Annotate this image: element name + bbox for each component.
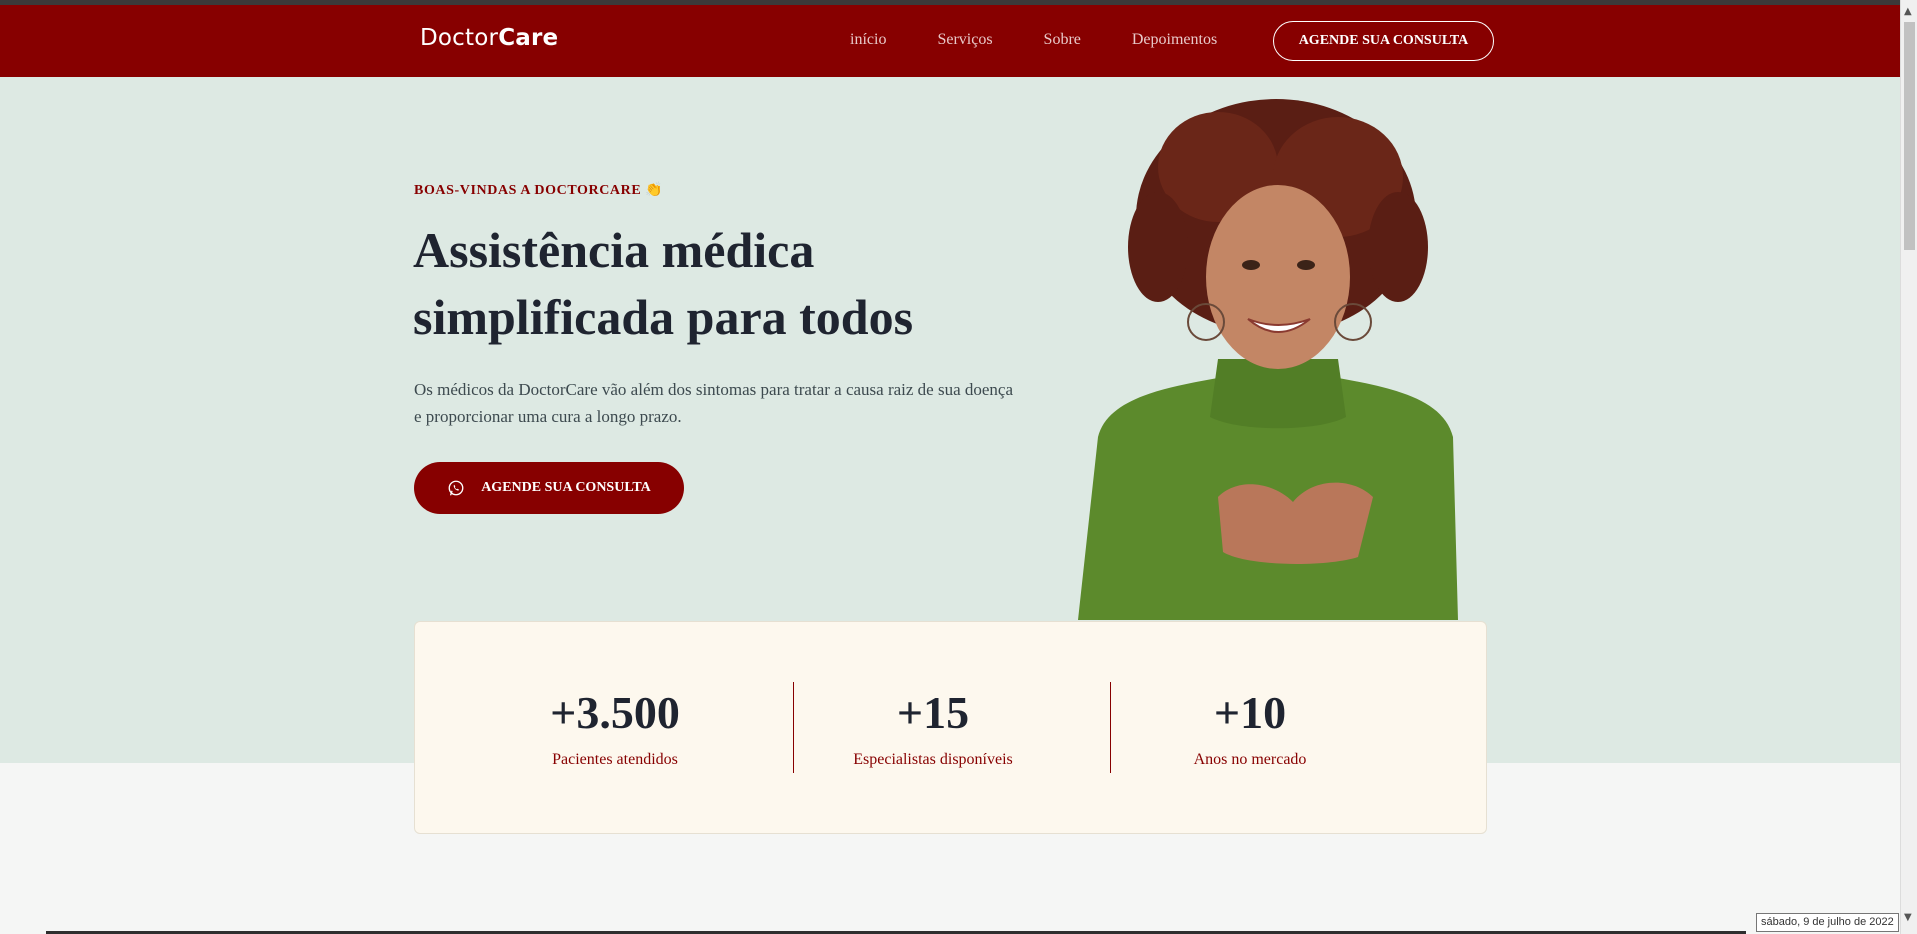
nav-link-sobre[interactable]: Sobre — [1044, 31, 1081, 49]
scroll-up-arrow-icon[interactable]: ▲ — [1904, 6, 1912, 17]
stat-label: Pacientes atendidos — [552, 751, 678, 768]
stat-value: +15 — [896, 687, 970, 738]
stat-divider — [793, 682, 794, 773]
scrollbar-thumb[interactable] — [1904, 22, 1915, 250]
welcome-text: BOAS-VINDAS A DOCTORCARE — [414, 183, 642, 198]
stat-value: +10 — [1213, 687, 1287, 738]
vertical-scrollbar[interactable]: ▲ ▼ — [1900, 0, 1917, 934]
hero-title: Assistência médica simplificada para tod… — [413, 217, 1013, 351]
header-schedule-button[interactable]: AGENDE SUA CONSULTA — [1273, 21, 1494, 61]
navbar: DoctorCare início Serviços Sobre Depoime… — [0, 5, 1900, 77]
logo[interactable]: DoctorCare — [420, 25, 558, 51]
stat-value: +3.500 — [550, 687, 680, 738]
hero-woman-photo — [1078, 99, 1458, 620]
stat-label: Anos no mercado — [1193, 751, 1307, 768]
logo-text-care: Care — [498, 25, 559, 51]
stat-label: Especialistas disponíveis — [853, 751, 1013, 768]
hero-schedule-button[interactable]: AGENDE SUA CONSULTA — [414, 462, 684, 514]
stat-item: +10 Anos no mercado — [1120, 687, 1380, 769]
nav-links: início Serviços Sobre Depoimentos — [850, 31, 1268, 49]
clapping-hands-icon: 👏 — [645, 182, 664, 198]
date-tooltip: sábado, 9 de julho de 2022 — [1756, 913, 1899, 932]
hero-schedule-button-label: AGENDE SUA CONSULTA — [481, 480, 651, 495]
nav-link-servicos[interactable]: Serviços — [937, 31, 992, 49]
hero-title-line-2: simplificada para todos — [413, 289, 914, 345]
welcome-eyebrow: BOAS-VINDAS A DOCTORCARE 👏 — [414, 182, 663, 199]
nav-link-depoimentos[interactable]: Depoimentos — [1132, 31, 1217, 49]
stats-card: +3.500 Pacientes atendidos +15 Especiali… — [414, 621, 1487, 834]
hero-description: Os médicos da DoctorCare vão além dos si… — [414, 380, 1014, 426]
stat-item: +3.500 Pacientes atendidos — [485, 687, 745, 769]
stat-item: +15 Especialistas disponíveis — [803, 687, 1063, 769]
scroll-down-arrow-icon[interactable]: ▼ — [1904, 912, 1912, 923]
logo-text-doctor: Doctor — [420, 25, 499, 51]
whatsapp-icon — [448, 480, 464, 496]
stat-divider — [1110, 682, 1111, 773]
hero-title-line-1: Assistência médica — [413, 222, 815, 278]
nav-link-inicio[interactable]: início — [850, 31, 886, 49]
